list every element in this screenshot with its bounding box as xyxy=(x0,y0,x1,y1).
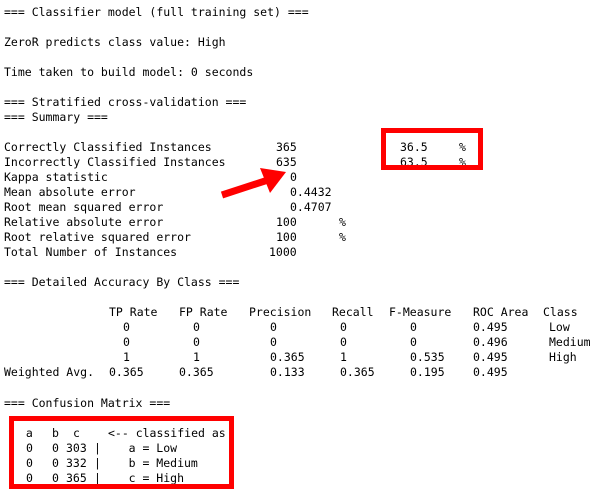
table-cell: 0.133 xyxy=(270,365,305,379)
table-cell: 0.365 xyxy=(340,365,375,379)
table-cell: 1 xyxy=(340,350,347,364)
column-header: FP Rate xyxy=(179,305,228,319)
summary-value: 100 xyxy=(276,230,297,244)
summary-label: Kappa statistic xyxy=(4,170,108,184)
table-cell: 0 xyxy=(410,335,417,349)
table-cell: 0.535 xyxy=(410,350,445,364)
summary-unit: % xyxy=(339,230,346,244)
summary-value: 365 xyxy=(276,140,297,154)
table-cell: 0.496 xyxy=(473,335,508,349)
confusion-matrix-highlight-box xyxy=(9,416,234,489)
table-cell: 0 xyxy=(410,320,417,334)
column-header: ROC Area xyxy=(473,305,529,319)
table-cell: 1 xyxy=(193,350,200,364)
table-cell: 0.365 xyxy=(270,350,305,364)
column-header: Recall xyxy=(332,305,374,319)
summary-value: 0 xyxy=(290,170,297,184)
percentage-highlight-box xyxy=(381,128,483,170)
table-cell: 0.495 xyxy=(473,365,508,379)
table-cell: Medium xyxy=(549,335,591,349)
accuracy-heading: === Detailed Accuracy By Class === xyxy=(4,275,240,289)
summary-value: 100 xyxy=(276,215,297,229)
table-cell: 0 xyxy=(123,335,130,349)
summary-label: Root mean squared error xyxy=(4,200,164,214)
row-label: Weighted Avg. xyxy=(4,365,95,379)
build-time-line: Time taken to build model: 0 seconds xyxy=(4,65,254,79)
table-cell: 0 xyxy=(193,320,200,334)
table-cell: Low xyxy=(549,320,570,334)
summary-value: 1000 xyxy=(269,245,297,259)
table-cell: 0 xyxy=(270,335,277,349)
table-cell: 0.195 xyxy=(410,365,445,379)
table-cell: 0 xyxy=(193,335,200,349)
cross-validation-heading: === Stratified cross-validation === xyxy=(4,95,247,109)
column-header: Precision xyxy=(249,305,312,319)
classifier-model-heading: === Classifier model (full training set)… xyxy=(4,5,309,19)
table-cell: 0 xyxy=(123,320,130,334)
summary-label: Root relative squared error xyxy=(4,230,191,244)
table-cell: 0.365 xyxy=(179,365,214,379)
confusion-matrix-heading: === Confusion Matrix === xyxy=(4,396,171,410)
table-cell: 0 xyxy=(340,335,347,349)
table-cell: 0 xyxy=(270,320,277,334)
table-cell: 1 xyxy=(123,350,130,364)
summary-label: Correctly Classified Instances xyxy=(4,140,212,154)
summary-label: Incorrectly Classified Instances xyxy=(4,155,226,169)
table-cell: High xyxy=(549,350,577,364)
kappa-arrow-icon xyxy=(220,168,286,199)
summary-label: Mean absolute error xyxy=(4,185,136,199)
zeror-prediction-line: ZeroR predicts class value: High xyxy=(4,35,226,49)
column-header: Class xyxy=(543,305,578,319)
table-cell: 0.495 xyxy=(473,350,508,364)
table-cell: 0.495 xyxy=(473,320,508,334)
summary-heading: === Summary === xyxy=(4,110,108,124)
column-header: TP Rate xyxy=(109,305,158,319)
summary-value: 0.4432 xyxy=(290,185,332,199)
table-cell: 0.365 xyxy=(109,365,144,379)
summary-label: Total Number of Instances xyxy=(4,245,178,259)
summary-value: 0.4707 xyxy=(290,200,332,214)
summary-label: Relative absolute error xyxy=(4,215,164,229)
column-header: F-Measure xyxy=(389,305,452,319)
summary-unit: % xyxy=(339,215,346,229)
table-cell: 0 xyxy=(340,320,347,334)
